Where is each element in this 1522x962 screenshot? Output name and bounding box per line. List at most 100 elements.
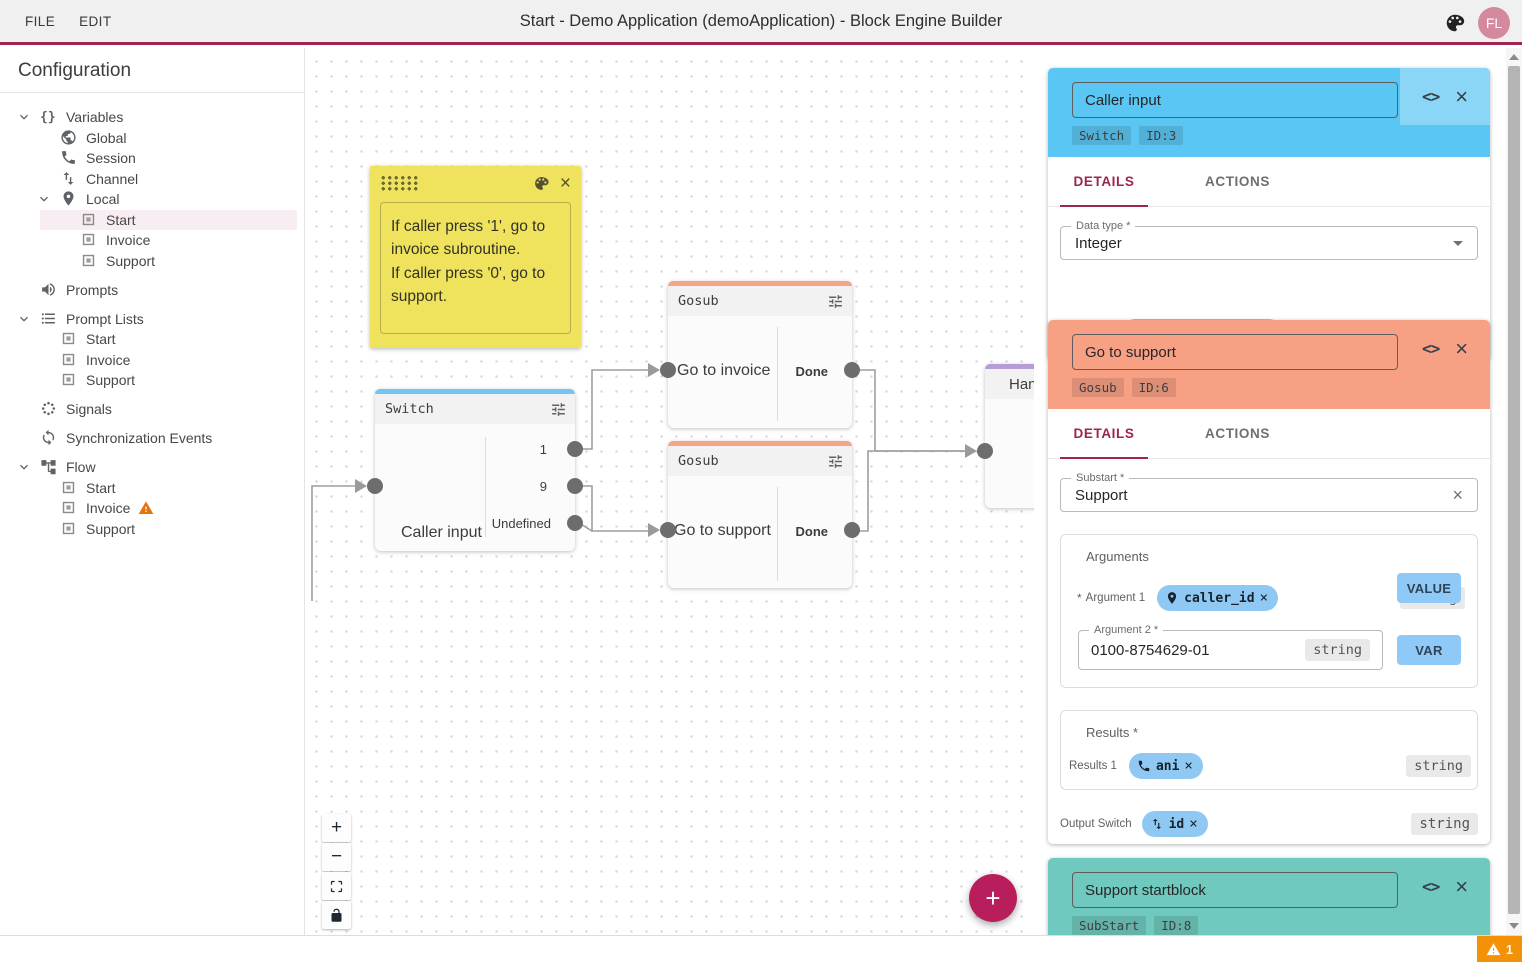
tune-icon[interactable]	[827, 293, 844, 310]
warnings-badge[interactable]: 1	[1477, 936, 1522, 962]
switch-port-9[interactable]	[567, 478, 583, 494]
block-title-input[interactable]: Support startblock	[1072, 872, 1398, 908]
zoom-out-button[interactable]: −	[322, 843, 351, 871]
close-panel-icon[interactable]: ×	[1455, 86, 1468, 108]
output-switch-chip[interactable]: id ×	[1142, 811, 1208, 837]
chevron-down-icon[interactable]	[36, 191, 60, 207]
chip-remove-icon[interactable]: ×	[1189, 816, 1197, 832]
chip-remove-icon[interactable]: ×	[1260, 590, 1268, 606]
tree-item-start[interactable]: Start	[0, 478, 304, 499]
tree-item-invoice[interactable]: Invoice	[0, 350, 304, 371]
gosub-input-port[interactable]	[660, 362, 676, 378]
tab-details[interactable]: DETAILS	[1060, 174, 1148, 189]
block-title-input[interactable]: Go to support	[1072, 334, 1398, 370]
theme-palette-icon[interactable]	[1444, 12, 1466, 34]
chevron-down-icon[interactable]	[16, 311, 40, 327]
gosub-output-done: Done	[796, 364, 829, 379]
argument1-chip[interactable]: caller_id ×	[1157, 585, 1278, 611]
tab-actions[interactable]: ACTIONS	[1190, 426, 1285, 441]
hangup-node-header[interactable]: Hangup	[985, 369, 1034, 399]
gosub-support-node[interactable]: Gosub Go to support Done	[668, 441, 852, 588]
block-type-badge: Gosub	[1072, 378, 1124, 397]
box-icon	[80, 231, 98, 249]
note-close-icon[interactable]: ×	[560, 174, 571, 193]
clear-icon[interactable]: ×	[1452, 486, 1463, 504]
edit-menu[interactable]: EDIT	[67, 14, 123, 29]
support-startblock-card: <> × Support startblock SubStart ID:8	[1048, 858, 1490, 935]
code-view-icon[interactable]: <>	[1422, 87, 1439, 106]
sticky-note[interactable]: × If caller press '1', go to invoice sub…	[370, 166, 581, 348]
tree-item-invoice[interactable]: Invoice	[0, 498, 304, 519]
scroll-down-arrow-icon[interactable]	[1509, 923, 1519, 929]
argument1-value-button[interactable]: VALUE	[1397, 573, 1461, 603]
tree-item-support[interactable]: Support	[0, 370, 304, 391]
block-title-input[interactable]: Caller input	[1072, 82, 1398, 118]
gosub-done-port[interactable]	[844, 522, 860, 538]
scrollbar-thumb[interactable]	[1508, 66, 1520, 914]
gosub-node-label: Go to support	[674, 522, 771, 540]
tree-item-support[interactable]: Support	[0, 251, 304, 272]
note-color-palette-icon[interactable]	[533, 175, 550, 192]
node-type-title: Gosub	[678, 293, 827, 309]
hangup-input-port[interactable]	[977, 443, 993, 459]
code-view-icon[interactable]: <>	[1422, 877, 1439, 896]
zoom-in-button[interactable]: +	[322, 814, 351, 842]
chevron-down-icon[interactable]	[16, 459, 40, 475]
file-menu[interactable]: FILE	[13, 14, 67, 29]
add-block-fab[interactable]: +	[969, 874, 1017, 922]
tree-item-start[interactable]: Start	[0, 329, 304, 350]
code-view-icon[interactable]: <>	[1422, 339, 1439, 358]
chip-remove-icon[interactable]: ×	[1184, 758, 1192, 774]
tune-icon[interactable]	[550, 401, 567, 418]
switch-input-port[interactable]	[367, 478, 383, 494]
gosub-input-port[interactable]	[660, 522, 676, 538]
tree-item-synchronization-events[interactable]: Synchronization Events	[0, 428, 304, 449]
tab-actions[interactable]: ACTIONS	[1190, 174, 1285, 189]
sticky-note-text[interactable]: If caller press '1', go to invoice subro…	[380, 202, 571, 334]
signals-icon	[40, 400, 58, 418]
required-mark: *	[1077, 591, 1082, 605]
data-type-select[interactable]: Data type * Integer	[1060, 226, 1478, 260]
close-panel-icon[interactable]: ×	[1455, 338, 1468, 360]
argument2-var-button[interactable]: VAR	[1397, 635, 1461, 665]
tree-item-flow[interactable]: Flow	[0, 457, 304, 478]
switch-port-undefined[interactable]	[567, 515, 583, 531]
input-arrow-icon	[648, 363, 660, 377]
flow-canvas[interactable]: × If caller press '1', go to invoice sub…	[305, 48, 1034, 935]
tree-item-prompt-lists[interactable]: Prompt Lists	[0, 309, 304, 330]
substart-select[interactable]: Substart * Support ×	[1060, 478, 1478, 512]
tune-icon[interactable]	[827, 453, 844, 470]
tree-item-channel[interactable]: Channel	[0, 169, 304, 190]
drag-handle-icon[interactable]	[380, 175, 420, 191]
tree-item-signals[interactable]: Signals	[0, 399, 304, 420]
switch-node[interactable]: Switch Caller input 1 9 Undefined	[375, 389, 575, 551]
hangup-node[interactable]: Hangup	[985, 364, 1034, 508]
gosub-done-port[interactable]	[844, 362, 860, 378]
tree-item-local[interactable]: Local	[0, 189, 304, 210]
tab-details[interactable]: DETAILS	[1060, 426, 1148, 441]
tree-item-global[interactable]: Global	[0, 128, 304, 149]
tree-item-invoice[interactable]: Invoice	[0, 230, 304, 251]
tree-item-variables[interactable]: {}Variables	[0, 107, 304, 128]
lock-button[interactable]	[322, 901, 351, 929]
gosub-node-header[interactable]: Gosub	[668, 446, 852, 476]
scroll-up-arrow-icon[interactable]	[1509, 54, 1519, 60]
fit-screen-icon	[329, 879, 344, 894]
argument2-input[interactable]: Argument 2 * 0100-8754629-01 string	[1078, 630, 1383, 670]
fit-view-button[interactable]	[322, 872, 351, 900]
tree-item-support[interactable]: Support	[0, 519, 304, 540]
tree-item-session[interactable]: Session	[0, 148, 304, 169]
avatar[interactable]: FL	[1478, 7, 1510, 39]
gosub-node-header[interactable]: Gosub	[668, 286, 852, 316]
results1-chip[interactable]: ani ×	[1129, 753, 1203, 779]
close-panel-icon[interactable]: ×	[1455, 876, 1468, 898]
gosub-invoice-node[interactable]: Gosub Go to invoice Done	[668, 281, 852, 428]
chevron-down-icon[interactable]	[16, 109, 40, 125]
tree-item-label: Local	[86, 191, 119, 207]
panel-scrollbar[interactable]	[1506, 48, 1522, 935]
switch-node-header[interactable]: Switch	[375, 394, 575, 424]
list-icon	[40, 310, 58, 328]
switch-port-1[interactable]	[567, 441, 583, 457]
tree-item-start[interactable]: Start	[0, 210, 304, 231]
tree-item-prompts[interactable]: Prompts	[0, 280, 304, 301]
